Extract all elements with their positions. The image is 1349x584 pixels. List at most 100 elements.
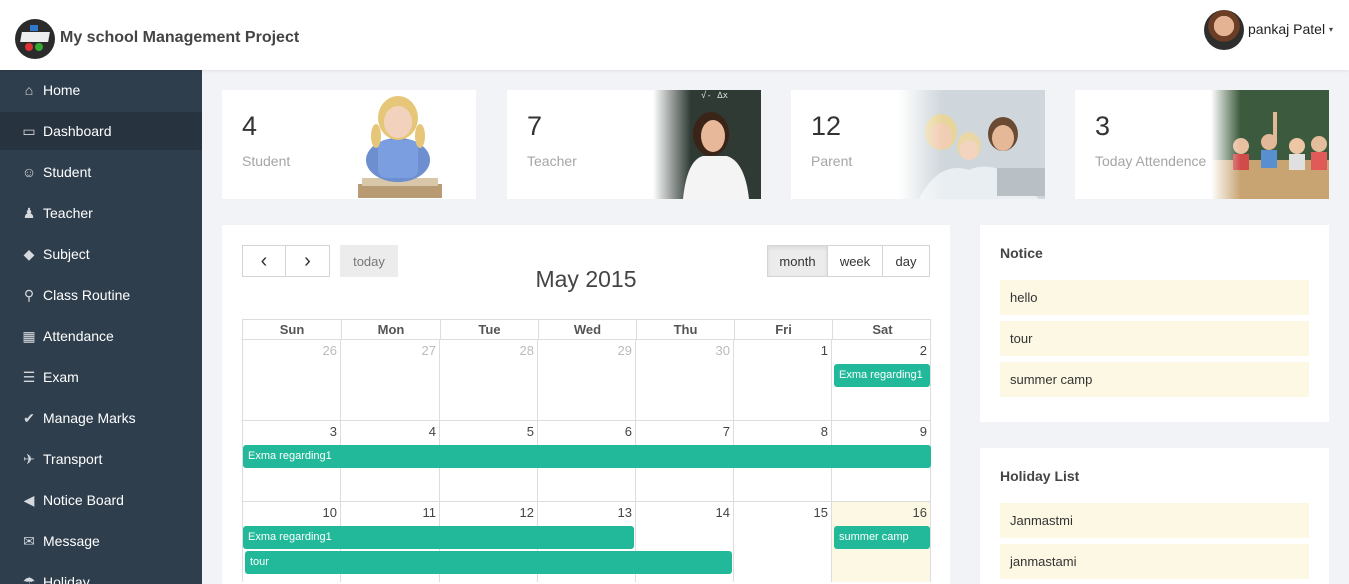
- stat-value: 7: [527, 111, 543, 141]
- parent-image: [899, 90, 1045, 199]
- calendar-event[interactable]: tour: [245, 551, 732, 574]
- sidebar-item-label: Teacher: [43, 205, 93, 221]
- day-number[interactable]: 26: [323, 343, 337, 358]
- calendar-day-cell[interactable]: 26: [242, 339, 340, 420]
- sidebar-item-teacher[interactable]: ♟ Teacher: [0, 194, 202, 232]
- sidebar-item-holiday[interactable]: ☂ Holiday: [0, 563, 202, 584]
- sidebar-item-label: Holiday: [43, 574, 90, 584]
- stat-value: 3: [1095, 111, 1111, 141]
- sidebar-item-exam[interactable]: ☰ Exam: [0, 358, 202, 396]
- classroom-image: [1211, 90, 1329, 199]
- day-number[interactable]: 5: [527, 424, 534, 439]
- sidebar-item-label: Class Routine: [43, 287, 131, 303]
- list-icon: ☰: [22, 368, 36, 385]
- sidebar-item-message[interactable]: ✉ Message: [0, 522, 202, 560]
- day-number[interactable]: 1: [821, 343, 828, 358]
- day-number[interactable]: 29: [618, 343, 632, 358]
- calendar-panel: ‹ › today May 2015 month week day Sun Mon…: [222, 225, 950, 584]
- calendar-day-cell[interactable]: 27: [340, 339, 439, 420]
- home-icon: ⌂: [24, 82, 34, 98]
- stat-card-attendance[interactable]: 3 Today Attendence: [1075, 90, 1329, 199]
- calendar-view-group: month week day: [767, 245, 930, 277]
- sidebar-item-label: Notice Board: [43, 492, 124, 508]
- notice-item[interactable]: tour: [1000, 321, 1309, 356]
- user-name[interactable]: pankaj Patel: [1248, 21, 1325, 37]
- notice-item[interactable]: summer camp: [1000, 362, 1309, 397]
- sidebar-item-transport[interactable]: ✈ Transport: [0, 440, 202, 478]
- holiday-title: Holiday List: [1000, 468, 1080, 484]
- sidebar: ⌂ Home ▭ Dashboard ☺ Student ♟ Teacher ◆ Subject ⚲…: [0, 70, 202, 584]
- day-number[interactable]: 9: [920, 424, 927, 439]
- school-logo[interactable]: [15, 19, 55, 59]
- day-number[interactable]: 14: [716, 505, 730, 520]
- day-number[interactable]: 4: [429, 424, 436, 439]
- calendar-day-cell[interactable]: 30: [635, 339, 733, 420]
- day-number[interactable]: 2: [920, 343, 927, 358]
- sidebar-item-dashboard[interactable]: ▭ Dashboard: [0, 112, 202, 150]
- day-number[interactable]: 8: [821, 424, 828, 439]
- day-number[interactable]: 27: [422, 343, 436, 358]
- envelope-icon: ✉: [23, 532, 35, 549]
- map-marker-icon: ⚲: [23, 286, 35, 303]
- sidebar-item-manage-marks[interactable]: ✔ Manage Marks: [0, 399, 202, 437]
- day-number[interactable]: 30: [716, 343, 730, 358]
- day-number[interactable]: 28: [520, 343, 534, 358]
- day-number[interactable]: 12: [520, 505, 534, 520]
- stat-card-teacher[interactable]: 7 Teacher √- ∆x: [507, 90, 761, 199]
- day-number[interactable]: 10: [323, 505, 337, 520]
- calendar-day-cell[interactable]: 28: [439, 339, 537, 420]
- weekday-header: Wed: [538, 320, 636, 339]
- stat-card-student[interactable]: 4 Student: [222, 90, 476, 199]
- view-week-button[interactable]: week: [828, 245, 883, 277]
- day-number[interactable]: 15: [814, 505, 828, 520]
- notice-item[interactable]: hello: [1000, 280, 1309, 315]
- sidebar-item-student[interactable]: ☺ Student: [0, 153, 202, 191]
- sidebar-item-attendance[interactable]: ▦ Attendance: [0, 317, 202, 355]
- day-number[interactable]: 7: [723, 424, 730, 439]
- stat-label: Student: [242, 153, 291, 169]
- weekday-header: Thu: [636, 320, 734, 339]
- bullhorn-icon: ◀: [23, 491, 35, 508]
- sidebar-item-label: Transport: [43, 451, 103, 467]
- sidebar-item-label: Student: [43, 164, 92, 180]
- app-title[interactable]: My school Management Project: [60, 29, 299, 47]
- teacher-image: √- ∆x: [653, 90, 761, 199]
- view-day-button[interactable]: day: [883, 245, 930, 277]
- calendar-event[interactable]: Exma regarding1: [834, 364, 930, 387]
- dashboard-icon: ▭: [22, 122, 36, 139]
- sidebar-item-subject[interactable]: ◆ Subject: [0, 235, 202, 273]
- sidebar-item-label: Attendance: [43, 328, 114, 344]
- day-number[interactable]: 11: [423, 505, 437, 520]
- stat-value: 12: [811, 111, 842, 141]
- student-image: [340, 90, 476, 199]
- weekday-header: Mon: [341, 320, 440, 339]
- day-number[interactable]: 13: [618, 505, 632, 520]
- holiday-item[interactable]: janmastami: [1000, 544, 1309, 579]
- weekday-header: Tue: [440, 320, 538, 339]
- view-month-button[interactable]: month: [767, 245, 828, 277]
- holiday-icon: ☂: [22, 573, 36, 584]
- table-icon: ▦: [22, 327, 36, 344]
- calendar-grid: Sun Mon Tue Wed Thu Fri Sat 26 27 28 29 30 1 2 3 4 5 6 7 8…: [242, 319, 931, 584]
- teacher-icon: ♟: [22, 204, 36, 221]
- calendar-event[interactable]: summer camp: [834, 526, 930, 549]
- calendar-day-cell[interactable]: 29: [537, 339, 635, 420]
- sidebar-item-label: Dashboard: [43, 123, 112, 139]
- check-circle-icon: ✔: [23, 409, 35, 426]
- user-menu-caret-icon[interactable]: ▾: [1329, 25, 1333, 34]
- sidebar-item-notice-board[interactable]: ◀ Notice Board: [0, 481, 202, 519]
- holiday-item[interactable]: Janmastmi: [1000, 503, 1309, 538]
- stat-value: 4: [242, 111, 258, 141]
- calendar-day-cell[interactable]: 1: [733, 339, 831, 420]
- sidebar-item-home[interactable]: ⌂ Home: [0, 71, 202, 109]
- calendar-day-cell[interactable]: 15: [733, 501, 831, 582]
- day-number[interactable]: 6: [625, 424, 632, 439]
- day-number[interactable]: 16: [913, 505, 927, 520]
- user-avatar[interactable]: [1204, 10, 1244, 50]
- sidebar-item-class-routine[interactable]: ⚲ Class Routine: [0, 276, 202, 314]
- day-number[interactable]: 3: [330, 424, 337, 439]
- calendar-event[interactable]: Exma regarding1: [243, 445, 931, 468]
- stat-card-parent[interactable]: 12 Parent: [791, 90, 1045, 199]
- sidebar-item-label: Home: [43, 82, 81, 98]
- calendar-event[interactable]: Exma regarding1: [243, 526, 634, 549]
